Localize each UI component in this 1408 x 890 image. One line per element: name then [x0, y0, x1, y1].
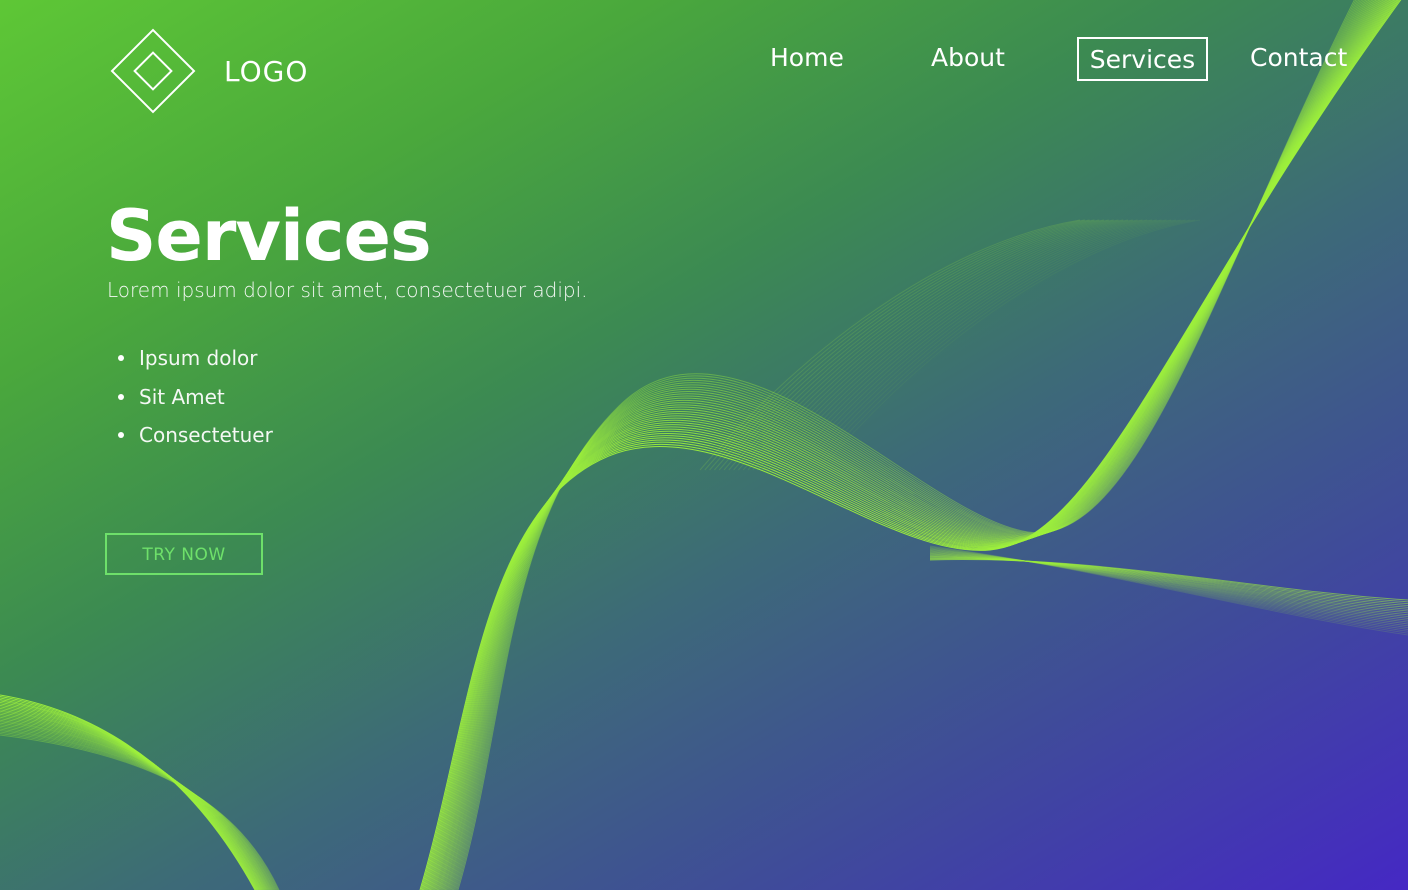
wave-line [431, 0, 1388, 890]
wave-line [427, 0, 1392, 890]
list-item: Consectetuer [117, 417, 273, 456]
wave-line [0, 719, 271, 890]
wave-line [442, 0, 1374, 890]
wave-line [432, 0, 1387, 890]
wave-line [0, 718, 270, 890]
wave-line [439, 0, 1378, 890]
feature-list: Ipsum dolor Sit Amet Consectetuer [117, 340, 273, 456]
list-item-label: Ipsum dolor [139, 346, 258, 370]
wave-line [444, 0, 1371, 890]
wave-line [421, 0, 1399, 890]
wave-line [0, 724, 274, 890]
list-item-label: Sit Amet [139, 384, 225, 409]
wave-line [428, 0, 1391, 890]
wave-line [440, 0, 1377, 890]
wave-line [436, 0, 1381, 890]
wave-line [425, 0, 1395, 890]
wave-line [437, 0, 1380, 890]
nav-item-services[interactable]: Services [1077, 37, 1208, 81]
wave-line [419, 0, 1402, 890]
wave-line [426, 0, 1394, 890]
wave-main [419, 0, 1408, 890]
wave-line [0, 704, 262, 890]
wave-line [0, 716, 269, 890]
list-item: Sit Amet [117, 379, 273, 418]
wave-line [424, 0, 1396, 890]
wave-line [422, 0, 1398, 890]
nav-item-contact[interactable]: Contact [1250, 37, 1347, 81]
bullet-dot-icon [118, 355, 124, 361]
page-subtitle: Lorem ipsum dolor sit amet, consectetuer… [107, 278, 588, 302]
wave-line [434, 0, 1384, 890]
wave-line [446, 0, 1370, 890]
nav-item-about[interactable]: About [931, 37, 1005, 81]
wave-line [441, 0, 1376, 890]
wave-line [443, 0, 1373, 890]
bullet-dot-icon [118, 432, 124, 438]
wave-line [433, 0, 1385, 890]
list-item: Ipsum dolor [117, 340, 273, 379]
bullet-dot-icon [118, 393, 124, 400]
try-now-button[interactable]: TRY NOW [105, 533, 263, 575]
wave-line [429, 0, 1390, 890]
nav-item-home[interactable]: Home [770, 37, 844, 81]
wave-line [0, 703, 261, 890]
wave-left [0, 694, 280, 890]
wave-line [0, 721, 272, 890]
wave-line [0, 715, 268, 890]
page-title: Services [106, 195, 432, 277]
list-item-label: Consectetuer [139, 423, 273, 447]
main-nav: Home About Services Contact [0, 37, 1408, 81]
wave-line [435, 0, 1383, 890]
wave-line [420, 0, 1401, 890]
wave-line [0, 722, 273, 890]
